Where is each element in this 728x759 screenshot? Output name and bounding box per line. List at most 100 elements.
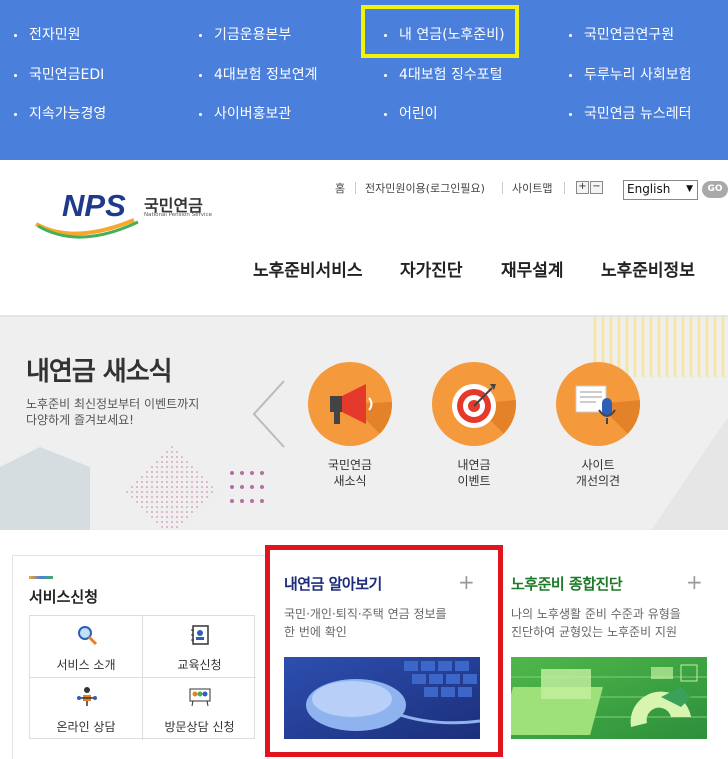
top-menu-item[interactable]: 국민연금연구원 xyxy=(569,24,674,44)
card-desc-diagnosis: 나의 노후생활 준비 수준과 유형을 진단하여 균형있는 노후준비 지원 xyxy=(511,605,711,641)
service-application-panel: 서비스신청 서비스 소개 교육신청 온라인 상담 방문상담 신청 xyxy=(12,555,268,759)
visit-consult-button[interactable]: 방문상담 신청 xyxy=(143,678,256,740)
top-menu-label: 지속가능경영 xyxy=(29,106,107,122)
nps-logo[interactable]: NPS 국민연금 National Pension Service xyxy=(34,188,224,240)
top-menu-label: 전자민원 xyxy=(29,27,81,43)
hexagon-decoration xyxy=(0,447,90,530)
diagnosis-chart-image[interactable] xyxy=(511,657,707,739)
top-menu-label: 국민연금연구원 xyxy=(584,27,675,43)
logo-english-text: National Pension Service xyxy=(144,212,212,218)
feedback-circle-label[interactable]: 사이트 개선의견 xyxy=(548,457,648,489)
education-apply-button[interactable]: 교육신청 xyxy=(143,616,256,678)
dotted-diamond-decoration xyxy=(125,445,217,530)
circle-label-line: 내연금 xyxy=(457,458,491,472)
highlight-frame-red xyxy=(265,545,503,757)
language-select[interactable]: English ▼ xyxy=(623,180,698,200)
bullet-icon xyxy=(384,73,387,77)
service-intro-button[interactable]: 서비스 소개 xyxy=(30,616,143,678)
top-menu-label: 두루누리 사회보험 xyxy=(584,67,692,83)
contact-book-icon xyxy=(191,625,209,645)
visit-consult-label: 방문상담 신청 xyxy=(164,720,235,734)
circle-label-line: 이벤트 xyxy=(457,474,491,488)
bullet-icon xyxy=(14,112,17,116)
top-menu-label: 기금운용본부 xyxy=(214,27,292,43)
circle-label-line: 새소식 xyxy=(333,474,367,488)
circle-label-line: 개선의견 xyxy=(575,474,621,488)
microphone-icon xyxy=(575,385,640,446)
circle-label-line: 사이트 xyxy=(581,458,615,472)
divider xyxy=(355,182,356,194)
gnb-self-diagnosis[interactable]: 자가진단 xyxy=(400,256,463,281)
news-circle-label[interactable]: 국민연금 새소식 xyxy=(300,457,400,489)
gnb-retirement-service[interactable]: 노후준비서비스 xyxy=(253,256,362,281)
top-menu: 전자민원 기금운용본부 내 연금(노후준비) 국민연금연구원 국민연금EDI 4… xyxy=(0,0,728,160)
top-menu-item[interactable]: 지속가능경영 xyxy=(14,103,106,123)
top-menu-item[interactable]: 4대보험 징수포털 xyxy=(384,64,503,84)
chevron-left-icon[interactable] xyxy=(250,379,288,449)
target-icon xyxy=(452,384,516,446)
dot-grid-decoration xyxy=(230,471,264,503)
civil-service-login-link[interactable]: 전자민원이용(로그인필요) xyxy=(365,180,485,196)
zoom-out-button[interactable]: − xyxy=(590,181,603,194)
bullet-icon xyxy=(14,33,17,37)
banner-title: 내연금 새소식 xyxy=(26,357,173,387)
news-circle-button[interactable] xyxy=(308,362,392,446)
group-people-icon xyxy=(189,688,211,707)
top-menu-label: 국민연금EDI xyxy=(29,67,105,83)
service-intro-label: 서비스 소개 xyxy=(56,658,116,672)
online-consult-label: 온라인 상담 xyxy=(56,720,116,734)
bullet-icon xyxy=(569,73,572,77)
top-menu-label: 어린이 xyxy=(399,106,438,122)
top-menu-item[interactable]: 어린이 xyxy=(384,103,438,123)
service-panel-title: 서비스신청 xyxy=(29,588,99,606)
bullet-icon xyxy=(569,112,572,116)
card-more-plus-icon[interactable]: + xyxy=(686,570,703,594)
top-menu-item[interactable]: 국민연금EDI xyxy=(14,64,104,84)
megaphone-icon xyxy=(330,384,392,446)
zoom-in-button[interactable]: + xyxy=(576,181,589,194)
card-desc-line: 진단하여 균형있는 노후준비 지원 xyxy=(511,625,678,639)
circle-label-line: 국민연금 xyxy=(327,458,373,472)
magnifier-icon xyxy=(78,626,98,646)
bullet-icon xyxy=(199,112,202,116)
online-consult-button[interactable]: 온라인 상담 xyxy=(30,678,143,740)
top-menu-item[interactable]: 4대보험 정보연계 xyxy=(199,64,318,84)
top-menu-label: 국민연금 뉴스레터 xyxy=(584,106,692,122)
title-accent-bar xyxy=(29,576,53,579)
bullet-icon xyxy=(199,73,202,77)
top-menu-label: 사이버홍보관 xyxy=(214,106,292,122)
top-menu-item[interactable]: 두루누리 사회보험 xyxy=(569,64,692,84)
event-circle-label[interactable]: 내연금 이벤트 xyxy=(424,457,524,489)
banner-desc-line: 다양하게 즐겨보세요! xyxy=(26,413,134,427)
triangle-decoration xyxy=(651,417,728,530)
feedback-circle-button[interactable] xyxy=(556,362,640,446)
gnb-financial-planning[interactable]: 재무설계 xyxy=(501,256,564,281)
education-apply-label: 교육신청 xyxy=(177,658,222,672)
top-menu-item[interactable]: 사이버홍보관 xyxy=(199,103,291,123)
divider xyxy=(564,182,565,194)
divider xyxy=(502,182,503,194)
service-grid: 서비스 소개 교육신청 온라인 상담 방문상담 신청 xyxy=(29,615,256,740)
event-circle-button[interactable] xyxy=(432,362,516,446)
top-menu-label: 4대보험 징수포털 xyxy=(399,67,503,83)
bullet-icon xyxy=(14,73,17,77)
banner-desc-line: 노후준비 최신정보부터 이벤트까지 xyxy=(26,397,200,411)
home-link[interactable]: 홈 xyxy=(335,180,345,196)
logo-nps-text: NPS xyxy=(62,188,126,223)
language-go-button[interactable]: GO xyxy=(702,181,728,198)
news-banner: 내연금 새소식 노후준비 최신정보부터 이벤트까지 다양하게 즐겨보세요! 국민… xyxy=(0,315,728,530)
top-menu-item[interactable]: 기금운용본부 xyxy=(199,24,291,44)
banner-description: 노후준비 최신정보부터 이벤트까지 다양하게 즐겨보세요! xyxy=(26,396,226,428)
sitemap-link[interactable]: 사이트맵 xyxy=(512,180,552,196)
card-title-diagnosis[interactable]: 노후준비 종합진단 xyxy=(511,573,623,594)
chevron-down-icon: ▼ xyxy=(686,184,693,194)
top-menu-item[interactable]: 국민연금 뉴스레터 xyxy=(569,103,692,123)
top-menu-item[interactable]: 전자민원 xyxy=(14,24,81,44)
bullet-icon xyxy=(199,33,202,37)
bullet-icon xyxy=(384,112,387,116)
top-menu-label: 4대보험 정보연계 xyxy=(214,67,318,83)
gnb-retirement-info[interactable]: 노후준비정보 xyxy=(601,256,695,281)
bullet-icon xyxy=(569,33,572,37)
card-desc-line: 나의 노후생활 준비 수준과 유형을 xyxy=(511,607,681,621)
network-icon xyxy=(77,687,97,706)
